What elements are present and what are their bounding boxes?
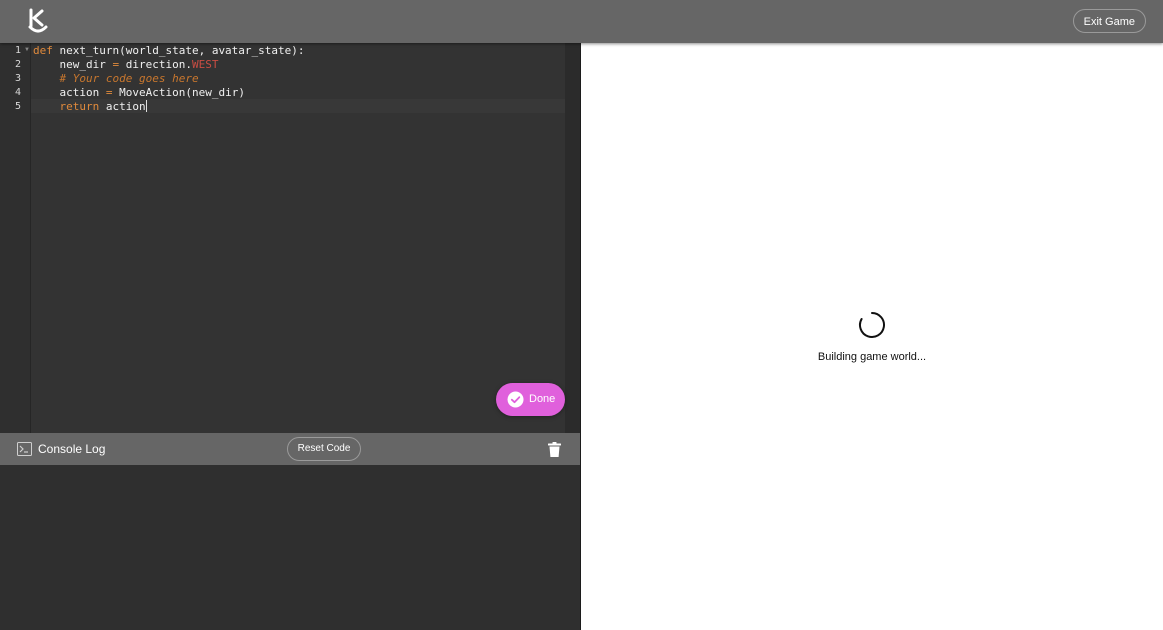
exit-game-button[interactable]: Exit Game <box>1072 9 1146 33</box>
code-token: return <box>59 100 100 113</box>
code-line[interactable]: return action <box>33 100 147 114</box>
code-token: action <box>33 86 106 99</box>
code-line[interactable]: def next_turn(world_state, avatar_state)… <box>33 44 305 58</box>
fold-arrow-icon[interactable]: ▼ <box>24 47 30 53</box>
check-circle-icon <box>507 391 524 408</box>
line-number: 4 <box>14 87 21 98</box>
done-label: Done <box>529 393 556 405</box>
code-token: action <box>99 100 146 113</box>
top-bar: Exit Game <box>0 0 1163 43</box>
terminal-icon <box>17 442 32 456</box>
line-number: 3 <box>14 73 21 84</box>
line-number: 2 <box>14 59 21 70</box>
done-button[interactable]: Done <box>496 383 565 416</box>
console-log-title: Console Log <box>38 442 106 456</box>
game-world-panel: Building game world... <box>581 43 1163 630</box>
line-number-gutter: 1 2 3 4 5 ▼ <box>0 43 31 433</box>
code-line[interactable]: # Your code goes here <box>33 72 199 86</box>
code-line[interactable]: new_dir = direction.WEST <box>33 58 218 72</box>
trash-icon[interactable] <box>548 442 561 457</box>
loading-status-text: Building game world... <box>817 351 927 363</box>
reset-code-button[interactable]: Reset Code <box>287 437 361 461</box>
code-token: # Your code goes here <box>33 72 199 85</box>
console-log-output <box>0 465 581 630</box>
code-token: MoveAction(new_dir) <box>112 86 245 99</box>
code-token: next_turn(world_state, avatar_state): <box>52 44 305 57</box>
code-editor[interactable]: 1 2 3 4 5 ▼ def next_turn(world_state, a… <box>0 43 581 433</box>
line-number: 5 <box>14 101 21 112</box>
code-token: direction. <box>119 58 192 71</box>
code-token: WEST <box>191 58 219 71</box>
code-token: def <box>33 44 53 57</box>
editor-scrollbar[interactable] <box>565 43 581 433</box>
code-token: new_dir <box>33 58 113 71</box>
code-text-area[interactable]: def next_turn(world_state, avatar_state)… <box>31 43 565 433</box>
loading-spinner-icon <box>859 312 885 338</box>
code-line[interactable]: action = MoveAction(new_dir) <box>33 86 245 100</box>
text-cursor <box>145 100 147 112</box>
line-number: 1 <box>14 45 21 56</box>
kurono-logo-icon[interactable] <box>26 7 50 35</box>
console-toolbar: Console Log Reset Code <box>0 433 581 465</box>
